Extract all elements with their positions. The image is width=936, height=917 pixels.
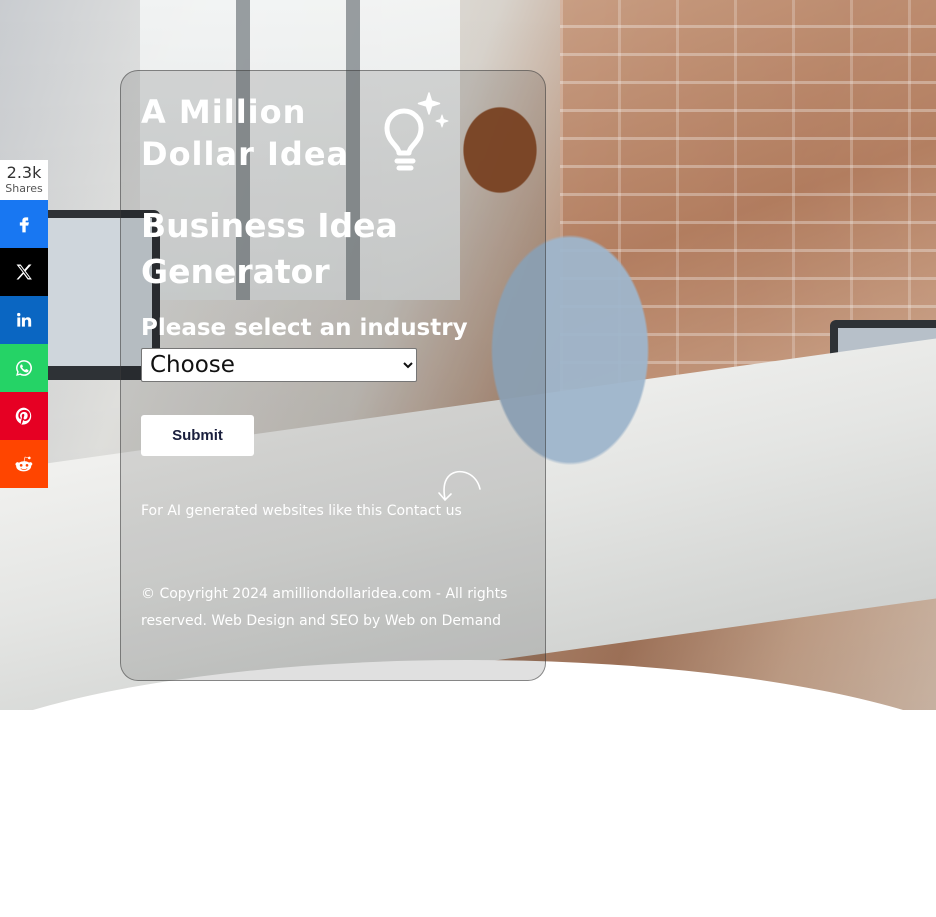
reddit-icon bbox=[15, 456, 33, 472]
logo-line-1: A Million bbox=[141, 93, 307, 131]
pinterest-icon bbox=[15, 407, 32, 425]
share-count-label: Shares bbox=[5, 182, 43, 195]
facebook-icon bbox=[19, 217, 29, 233]
site-logo[interactable]: A Million Dollar Idea bbox=[141, 91, 451, 173]
curved-arrow-icon bbox=[438, 470, 481, 502]
share-reddit-button[interactable] bbox=[0, 440, 48, 488]
idea-generator-card: A Million Dollar Idea Business Idea Gene… bbox=[120, 70, 546, 681]
share-bar: 2.3k Shares bbox=[0, 160, 48, 488]
linkedin-icon bbox=[17, 312, 32, 327]
footer: © Copyright 2024 amilliondollaridea.com … bbox=[141, 581, 511, 635]
whatsapp-icon bbox=[16, 360, 32, 376]
share-count-number: 2.3k bbox=[6, 163, 42, 182]
lightbulb-sparkle-icon bbox=[384, 92, 449, 171]
footer-credit-link[interactable]: Web Design and SEO by Web on Demand bbox=[211, 613, 501, 629]
contact-text: For AI generated websites like this bbox=[141, 503, 383, 519]
share-facebook-button[interactable] bbox=[0, 200, 48, 248]
submit-button[interactable]: Submit bbox=[141, 415, 254, 456]
logo-line-2: Dollar Idea bbox=[141, 135, 350, 173]
share-count: 2.3k Shares bbox=[0, 160, 48, 200]
industry-label: Please select an industry bbox=[141, 315, 468, 341]
x-icon bbox=[16, 264, 32, 280]
share-pinterest-button[interactable] bbox=[0, 392, 48, 440]
page-title: Business Idea Generator bbox=[141, 206, 398, 291]
share-linkedin-button[interactable] bbox=[0, 296, 48, 344]
industry-select[interactable]: Choose bbox=[141, 348, 417, 382]
contact-us-link[interactable]: Contact us bbox=[387, 503, 462, 519]
contact-line: For AI generated websites like this Cont… bbox=[141, 503, 462, 519]
share-whatsapp-button[interactable] bbox=[0, 344, 48, 392]
share-x-button[interactable] bbox=[0, 248, 48, 296]
